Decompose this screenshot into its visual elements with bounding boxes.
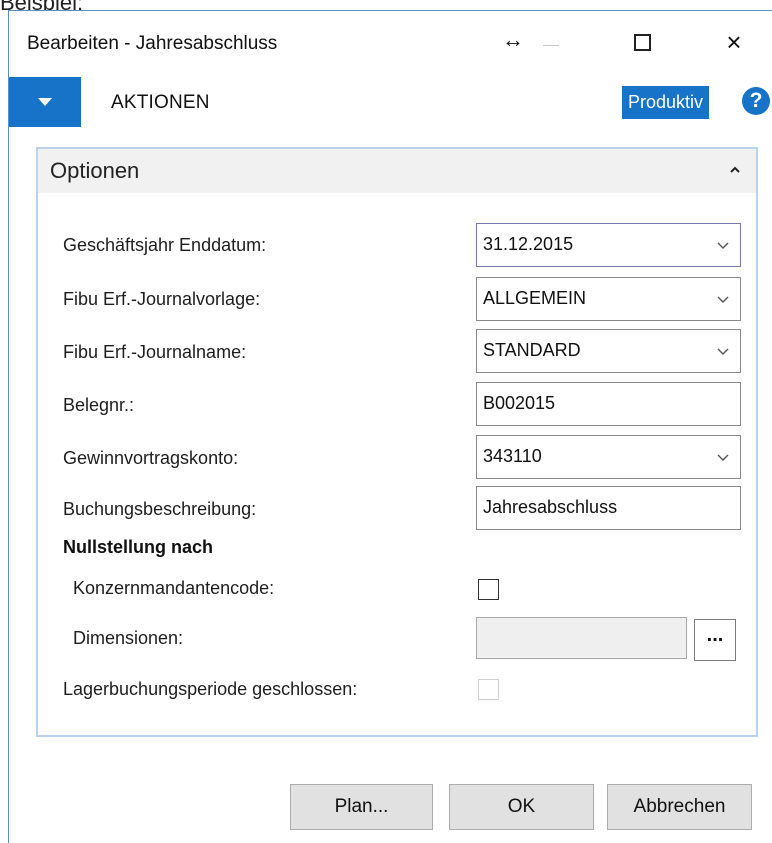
options-panel: Optionen Geschäftsjahr Enddatum: 31.12.2… bbox=[36, 147, 758, 737]
tab-aktionen[interactable]: AKTIONEN bbox=[111, 92, 210, 114]
cancel-button[interactable]: Abbrechen bbox=[607, 784, 752, 830]
title-bar: Bearbeiten - Jahresabschluss ↔ × bbox=[9, 11, 772, 73]
plan-button[interactable]: Plan... bbox=[290, 784, 433, 830]
zeroing-heading: Nullstellung nach bbox=[63, 537, 214, 557]
ok-button[interactable]: OK bbox=[449, 784, 594, 830]
dimensions-label: Dimensionen: bbox=[73, 628, 184, 648]
fiscal-year-end-label: Geschäftsjahr Enddatum: bbox=[63, 235, 267, 255]
options-panel-header[interactable]: Optionen bbox=[38, 149, 756, 193]
options-panel-title: Optionen bbox=[50, 158, 140, 183]
chevron-down-icon bbox=[717, 348, 729, 355]
group-company-code-label: Konzernmandantencode: bbox=[73, 578, 275, 598]
caret-down-icon bbox=[38, 98, 52, 106]
posting-description-label: Buchungsbeschreibung: bbox=[63, 499, 257, 519]
posting-description-input[interactable]: Jahresabschluss bbox=[476, 486, 741, 530]
document-no-input[interactable]: B002015 bbox=[476, 382, 741, 426]
retained-earnings-account-value: 343110 bbox=[483, 446, 542, 466]
fiscal-year-end-value: 31.12.2015 bbox=[483, 234, 574, 254]
environment-badge: Produktiv bbox=[622, 86, 710, 119]
chevron-down-icon bbox=[717, 454, 729, 461]
maximize-icon[interactable] bbox=[617, 19, 667, 65]
chevron-down-icon bbox=[717, 296, 729, 303]
journal-template-dropdown[interactable]: ALLGEMEIN bbox=[476, 277, 741, 321]
minimize-icon[interactable] bbox=[529, 19, 573, 65]
action-bar: AKTIONEN Produktiv ? bbox=[9, 77, 772, 127]
dimensions-field bbox=[476, 617, 687, 659]
document-no-value: B002015 bbox=[483, 393, 556, 413]
retained-earnings-account-dropdown[interactable]: 343110 bbox=[476, 435, 741, 479]
journal-name-label: Fibu Erf.-Journalname: bbox=[63, 342, 247, 362]
journal-template-label: Fibu Erf.-Journalvorlage: bbox=[63, 289, 261, 309]
resize-arrows-icon[interactable]: ↔ bbox=[497, 17, 529, 63]
ribbon-toggle-button[interactable] bbox=[9, 77, 81, 127]
posting-description-value: Jahresabschluss bbox=[483, 497, 618, 517]
journal-name-value: STANDARD bbox=[483, 340, 581, 360]
dimensions-lookup-button[interactable]: ... bbox=[694, 619, 736, 661]
chevron-down-icon bbox=[717, 242, 729, 249]
inventory-period-closed-checkbox bbox=[478, 679, 499, 700]
retained-earnings-account-label: Gewinnvortragskonto: bbox=[63, 448, 239, 468]
dialog-window: Bearbeiten - Jahresabschluss ↔ × AKTIONE… bbox=[8, 10, 772, 843]
fiscal-year-end-dropdown[interactable]: 31.12.2015 bbox=[476, 223, 741, 267]
document-no-label: Belegnr.: bbox=[63, 395, 135, 415]
journal-template-value: ALLGEMEIN bbox=[483, 288, 587, 308]
close-icon[interactable]: × bbox=[709, 19, 759, 65]
group-company-code-checkbox[interactable] bbox=[478, 579, 499, 600]
window-title: Bearbeiten - Jahresabschluss bbox=[27, 33, 278, 54]
help-icon[interactable]: ? bbox=[742, 87, 770, 115]
inventory-period-closed-label: Lagerbuchungsperiode geschlossen: bbox=[63, 679, 358, 699]
chevron-up-icon[interactable] bbox=[728, 163, 742, 177]
journal-name-dropdown[interactable]: STANDARD bbox=[476, 329, 741, 373]
